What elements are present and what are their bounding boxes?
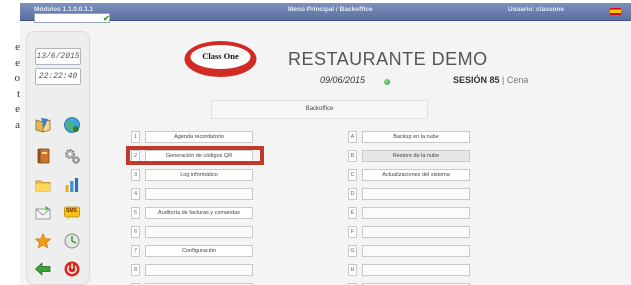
menu-row: G xyxy=(348,245,470,257)
brand-logo: Class One xyxy=(183,39,258,79)
menu-button[interactable]: Restore de la nube xyxy=(362,150,470,162)
margin-letter: e xyxy=(15,103,20,115)
menu-row: F xyxy=(348,226,470,238)
service-name: Cena xyxy=(506,75,529,85)
app-window: Módulos 1.1.0.0.1.1 Menú Principal / Bac… xyxy=(20,3,631,285)
menu-button-empty[interactable] xyxy=(362,207,470,219)
document-margin-text: e e o t e a xyxy=(0,40,21,133)
menu-key: D xyxy=(348,188,357,200)
menu-key: 4 xyxy=(131,188,140,200)
menu-button-empty[interactable] xyxy=(145,226,253,238)
module-input[interactable]: ✔ xyxy=(34,13,110,23)
menu-button-empty[interactable] xyxy=(362,264,470,276)
book-icon[interactable] xyxy=(34,116,52,134)
breadcrumb[interactable]: Menú Principal / Backoffice xyxy=(288,6,373,13)
menu-key: C xyxy=(348,169,357,181)
margin-letter: t xyxy=(16,87,20,100)
date-display: 13/6/2015 xyxy=(35,48,81,65)
menu-key: 1 xyxy=(131,131,140,143)
logo-text: Class One xyxy=(202,51,239,61)
spain-flag-icon[interactable] xyxy=(610,8,621,15)
business-date: 09/06/2015 xyxy=(320,75,366,85)
menu-row: 5 Auditoría de facturas y comandas xyxy=(131,207,253,219)
menu-row: 8 xyxy=(131,264,253,276)
margin-letter: e xyxy=(15,56,20,69)
menu-row: A Backup en la nube xyxy=(348,131,470,143)
globe-icon[interactable] xyxy=(63,116,81,134)
clock-display: 22:22:40 xyxy=(35,68,81,85)
top-bar: Módulos 1.1.0.0.1.1 Menú Principal / Bac… xyxy=(20,3,631,21)
margin-letter: o xyxy=(14,72,21,84)
star-icon[interactable] xyxy=(34,232,52,250)
menu-row: 1 Agenda recordatorio xyxy=(131,131,253,143)
menu-button-empty[interactable] xyxy=(145,188,253,200)
menu-row: H xyxy=(348,264,470,276)
menu-row: E xyxy=(348,207,470,219)
back-arrow-icon[interactable] xyxy=(34,260,52,278)
menu-key: 7 xyxy=(131,245,140,257)
menu-row: D xyxy=(348,188,470,200)
menu-button-empty[interactable] xyxy=(362,245,470,257)
menu-row: 4 xyxy=(131,188,253,200)
gears-icon[interactable] xyxy=(63,147,81,165)
sidebar: 13/6/2015 22:22:40 SMS xyxy=(26,31,90,285)
menu-button-empty[interactable] xyxy=(362,188,470,200)
menu-key: 8 xyxy=(131,264,140,276)
margin-letter: a xyxy=(15,118,20,131)
bar-chart-icon[interactable] xyxy=(63,176,81,194)
menu-key: G xyxy=(348,245,357,257)
menu-button[interactable]: Actualizaciones del sistema xyxy=(362,169,470,181)
check-icon[interactable]: ✔ xyxy=(103,14,110,23)
menu-key: E xyxy=(348,207,357,219)
clock-icon[interactable] xyxy=(63,232,81,250)
highlight-box xyxy=(126,146,264,165)
menu-button[interactable]: Auditoría de facturas y comandas xyxy=(145,207,253,219)
menu-button[interactable]: Agenda recordatorio xyxy=(145,131,253,143)
menu-key: H xyxy=(348,264,357,276)
menu-key: B xyxy=(348,150,357,162)
power-icon[interactable] xyxy=(63,260,81,278)
section-title: Backoffice xyxy=(211,100,428,119)
sms-label: SMS xyxy=(66,208,77,214)
menu-key: A xyxy=(348,131,357,143)
notebook-icon[interactable] xyxy=(34,147,52,165)
session-number: SESIÓN 85 xyxy=(453,75,500,85)
session-separator: | xyxy=(499,75,507,85)
menu-key: 3 xyxy=(131,169,140,181)
menu-row: B Restore de la nube xyxy=(348,150,470,162)
module-version: Módulos 1.1.0.0.1.1 xyxy=(34,6,94,13)
menu-key: 5 xyxy=(131,207,140,219)
menu-button[interactable]: Backup en la nube xyxy=(362,131,470,143)
menu-row: 3 Log informático xyxy=(131,169,253,181)
menu-row: 6 xyxy=(131,226,253,238)
mail-icon[interactable] xyxy=(34,204,52,222)
margin-letter: e xyxy=(15,41,20,53)
sms-icon[interactable]: SMS xyxy=(63,204,81,222)
menu-key: 6 xyxy=(131,226,140,238)
menu-button[interactable]: Log informático xyxy=(145,169,253,181)
session-info: SESIÓN 85 | Cena xyxy=(453,75,528,85)
menu-row: 7 Configuración xyxy=(131,245,253,257)
status-indicator-icon xyxy=(384,79,390,85)
page-title: RESTAURANTE DEMO xyxy=(288,49,488,69)
menu-key: F xyxy=(348,226,357,238)
menu-button-empty[interactable] xyxy=(362,226,470,238)
folder-icon[interactable] xyxy=(34,176,52,194)
menu-row: C Actualizaciones del sistema xyxy=(348,169,470,181)
user-label: Usuario: classone xyxy=(508,6,564,13)
menu-button-empty[interactable] xyxy=(145,264,253,276)
menu-button[interactable]: Configuración xyxy=(145,245,253,257)
